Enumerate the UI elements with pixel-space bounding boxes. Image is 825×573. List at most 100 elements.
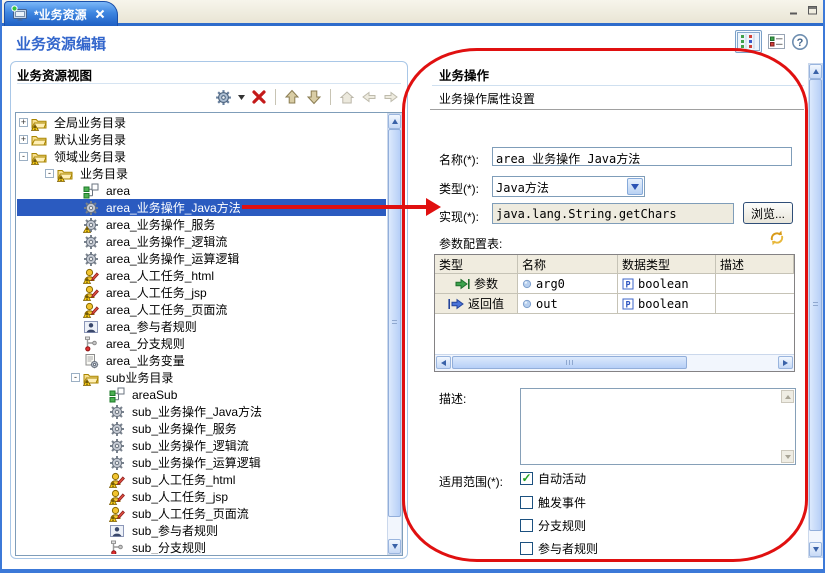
- tree-item[interactable]: sub_人工任务_页面流: [17, 505, 386, 522]
- scope-option[interactable]: 分支规则: [520, 517, 586, 533]
- tree-item[interactable]: area_业务操作_Java方法: [17, 199, 386, 216]
- expand-toggle[interactable]: +: [19, 135, 28, 144]
- param-table-row[interactable]: 返回值outPboolean: [435, 294, 794, 314]
- scroll-down-button[interactable]: [388, 539, 401, 554]
- tree-item-label: sub_参与者规则: [129, 522, 221, 539]
- layout-columns-button[interactable]: [735, 30, 762, 53]
- type-label: 类型(*):: [439, 180, 479, 197]
- panel-scrollbar[interactable]: [808, 63, 823, 558]
- tree-item[interactable]: area_人工任务_页面流: [17, 301, 386, 318]
- gear-warning-icon: [83, 217, 99, 233]
- folder-warning-icon: [83, 370, 99, 386]
- tree-item[interactable]: area_业务操作_服务: [17, 216, 386, 233]
- checkbox-icon[interactable]: [520, 542, 533, 555]
- view-menu-icon[interactable]: [215, 89, 232, 106]
- folder-icon: [31, 132, 47, 148]
- tree-item[interactable]: areaSub: [17, 386, 386, 403]
- menu-arrow-icon[interactable]: [238, 95, 245, 100]
- scroll-up-button[interactable]: [781, 390, 794, 403]
- param-name-cell: arg0: [518, 274, 618, 293]
- tree-item[interactable]: area: [17, 182, 386, 199]
- scope-option-label: 触发事件: [538, 494, 586, 511]
- scroll-down-button[interactable]: [809, 542, 822, 557]
- scroll-up-button[interactable]: [809, 64, 822, 79]
- description-textarea[interactable]: [520, 388, 796, 465]
- scope-option-label: 参与者规则: [538, 540, 598, 557]
- forward-icon[interactable]: [383, 89, 399, 105]
- tree-item[interactable]: area_业务变量: [17, 352, 386, 369]
- tree-item[interactable]: sub_业务操作_Java方法: [17, 403, 386, 420]
- tree-item[interactable]: sub_业务操作_运算逻辑: [17, 454, 386, 471]
- tree-item[interactable]: area_业务操作_运算逻辑: [17, 250, 386, 267]
- scope-option[interactable]: ✓自动活动: [520, 470, 586, 486]
- minimize-icon[interactable]: [787, 4, 801, 16]
- tree-item[interactable]: -领域业务目录: [17, 148, 386, 165]
- tree-item[interactable]: sub_业务操作_服务: [17, 420, 386, 437]
- tree-item[interactable]: area_人工任务_html: [17, 267, 386, 284]
- close-icon[interactable]: [95, 9, 105, 19]
- tree-item[interactable]: area_参与者规则: [17, 318, 386, 335]
- help-button[interactable]: ?: [791, 33, 809, 51]
- move-down-icon[interactable]: [306, 89, 322, 105]
- tree-item[interactable]: sub_参与者规则: [17, 522, 386, 539]
- scope-option[interactable]: 触发事件: [520, 494, 586, 510]
- help-icon: ?: [791, 33, 809, 51]
- tree-item-label: sub_人工任务_页面流: [129, 505, 252, 522]
- tree-item-label: area_人工任务_页面流: [103, 301, 230, 318]
- column-header[interactable]: 描述: [716, 255, 794, 273]
- browse-button[interactable]: 浏览...: [743, 202, 793, 224]
- type-select[interactable]: Java方法: [492, 176, 645, 197]
- scroll-thumb[interactable]: [452, 356, 687, 369]
- back-icon[interactable]: [361, 89, 377, 105]
- collapse-toggle[interactable]: -: [45, 169, 54, 178]
- tree-item[interactable]: -sub业务目录: [17, 369, 386, 386]
- scope-option[interactable]: 参与者规则: [520, 540, 598, 556]
- column-header[interactable]: 数据类型: [618, 255, 716, 273]
- checkbox-checked-icon[interactable]: ✓: [520, 472, 533, 485]
- collapse-toggle[interactable]: -: [19, 152, 28, 161]
- scroll-thumb[interactable]: [809, 79, 822, 531]
- tree-item-label: area_业务变量: [103, 352, 188, 369]
- layout-columns-icon: [737, 32, 760, 51]
- checkbox-icon[interactable]: [520, 496, 533, 509]
- column-header[interactable]: 类型: [435, 255, 518, 273]
- tree-item[interactable]: area_业务操作_逻辑流: [17, 233, 386, 250]
- move-up-icon[interactable]: [284, 89, 300, 105]
- editor-tab[interactable]: *业务资源: [4, 1, 118, 26]
- scroll-down-button[interactable]: [781, 450, 794, 463]
- expand-toggle[interactable]: +: [19, 118, 28, 127]
- param-table-row[interactable]: 参数arg0Pboolean: [435, 274, 794, 294]
- param-table-hscrollbar[interactable]: [435, 354, 794, 371]
- param-kind-label: 参数: [474, 275, 498, 292]
- impl-input[interactable]: java.lang.String.getChars: [492, 203, 734, 224]
- column-header[interactable]: 名称: [518, 255, 618, 273]
- name-input[interactable]: area_业务操作_Java方法: [492, 147, 792, 166]
- refresh-icon[interactable]: [768, 229, 786, 247]
- collapse-toggle[interactable]: -: [71, 373, 80, 382]
- home-icon[interactable]: [339, 89, 355, 105]
- gear-icon: [83, 200, 99, 216]
- scroll-thumb[interactable]: [388, 129, 401, 517]
- tree-item[interactable]: -业务目录: [17, 165, 386, 182]
- tree-item[interactable]: sub_人工任务_jsp: [17, 488, 386, 505]
- tree-item[interactable]: sub_人工任务_html: [17, 471, 386, 488]
- checkbox-icon[interactable]: [520, 519, 533, 532]
- participant-icon: [83, 319, 99, 335]
- resource-view-header: 业务资源视图: [17, 65, 401, 84]
- tree-item[interactable]: +默认业务目录: [17, 131, 386, 148]
- tree-scrollbar[interactable]: [387, 113, 402, 555]
- scroll-up-button[interactable]: [388, 114, 401, 129]
- tree-item[interactable]: +全局业务目录: [17, 114, 386, 131]
- layout-list-button[interactable]: [768, 34, 785, 49]
- scroll-right-button[interactable]: [778, 356, 793, 369]
- tree-item-label: area_业务操作_Java方法: [103, 199, 244, 216]
- chevron-down-icon[interactable]: [627, 178, 643, 195]
- restore-icon[interactable]: [805, 4, 819, 16]
- scroll-left-button[interactable]: [436, 356, 451, 369]
- tree-item[interactable]: sub_业务操作_逻辑流: [17, 437, 386, 454]
- delete-icon[interactable]: [251, 89, 267, 105]
- tree-item[interactable]: area_分支规则: [17, 335, 386, 352]
- tree-item[interactable]: sub_分支规则: [17, 539, 386, 554]
- branch-icon: [83, 336, 99, 352]
- tree-item[interactable]: area_人工任务_jsp: [17, 284, 386, 301]
